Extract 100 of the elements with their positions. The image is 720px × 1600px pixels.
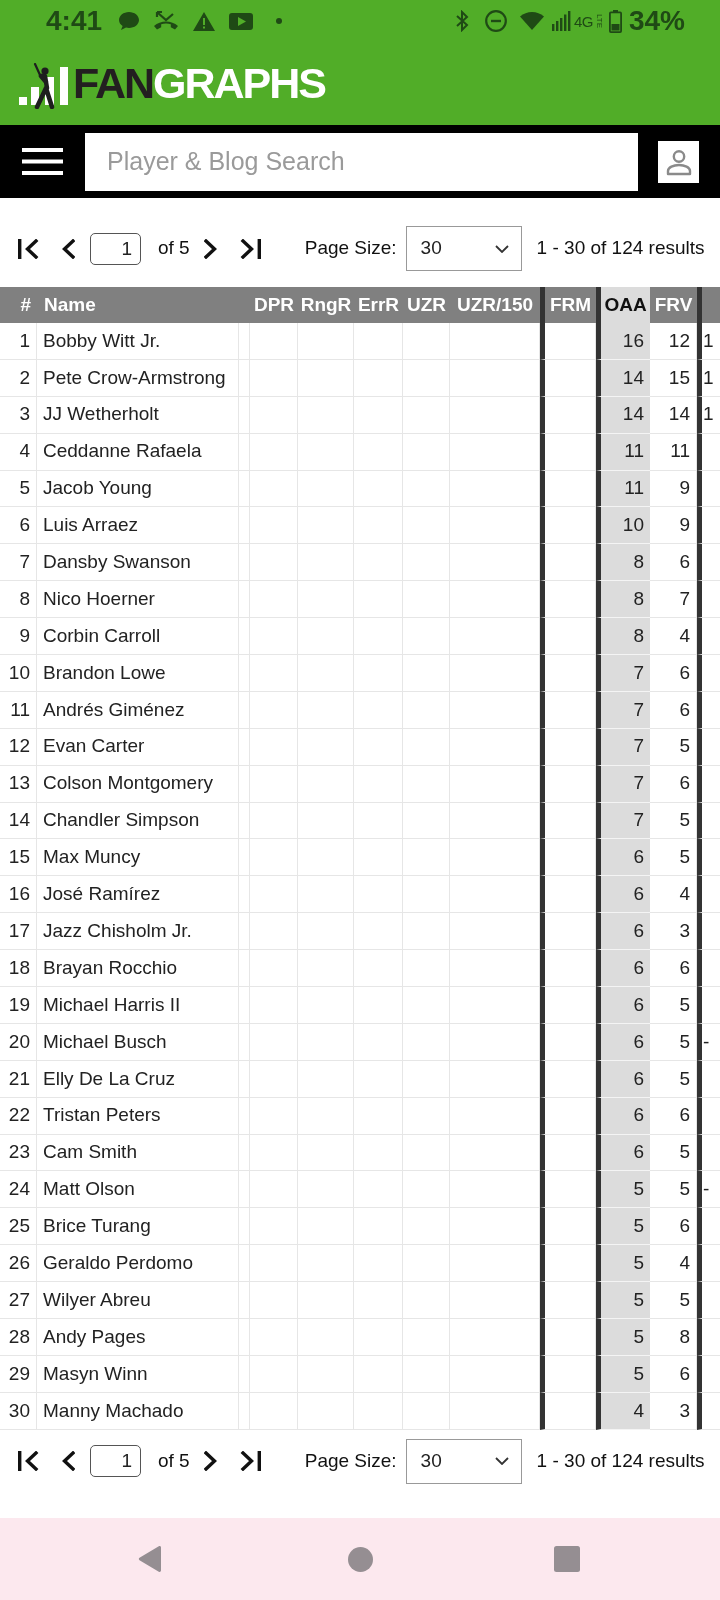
stat-cell: 6 [650,950,697,988]
player-name-cell: Tristan Peters [37,1097,239,1135]
rank-cell: 15 [0,839,37,877]
stat-cell: 14 [596,396,650,434]
first-page-icon[interactable] [18,1451,40,1472]
stat-cell: 5 [650,1134,697,1172]
first-page-icon[interactable] [18,238,40,259]
rank-cell: 10 [0,655,37,692]
column-header[interactable]: OAA [596,287,650,323]
warning-icon [192,10,217,32]
column-header[interactable]: # [0,287,37,323]
stat-cell: 6 [650,544,697,582]
rank-cell: 30 [0,1392,37,1430]
stat-cell: 6 [596,950,650,988]
rank-cell: 16 [0,876,37,914]
rank-cell: 4 [0,433,37,471]
rank-cell: 24 [0,1171,37,1209]
column-header[interactable]: UZR [403,287,450,323]
stat-cell: 11 [650,433,697,471]
results-count-text: 1 - 30 of 124 results [536,1448,705,1473]
rank-cell: 25 [0,1208,37,1246]
player-name-cell: Wilyer Abreu [37,1282,239,1320]
page-count-text: of 5 [158,236,190,261]
stat-cell: - [697,1023,720,1061]
stat-cell: 6 [596,1134,650,1172]
page-size-label: Page Size: [304,236,397,261]
rank-cell: 14 [0,802,37,840]
chat-bubble-icon [118,11,141,31]
page-input[interactable]: 1 [90,232,141,265]
stat-cell: 6 [596,876,650,914]
player-name-cell: Elly De La Cruz [37,1060,239,1098]
stat-cell: 3 [650,913,697,951]
player-name-cell: Chandler Simpson [37,802,239,840]
menu-icon[interactable] [22,148,63,175]
column-header[interactable]: ErrR [354,287,403,323]
player-name-cell: Andrés Giménez [37,691,239,729]
player-name-cell: Dansby Swanson [37,544,239,582]
stat-cell: 8 [650,1319,697,1356]
column-header[interactable]: FRM [540,287,596,323]
stat-cell: 6 [596,1060,650,1098]
stat-cell: 5 [650,1171,697,1209]
last-page-icon[interactable] [238,1451,261,1472]
home-icon[interactable] [348,1546,373,1572]
account-button[interactable] [658,140,699,183]
stat-cell: 8 [596,618,650,655]
player-name-cell: Max Muncy [37,839,239,877]
stat-cell: 5 [650,1282,697,1320]
wifi-icon [518,11,545,31]
column-header[interactable]: Name [37,287,239,323]
page-input[interactable]: 1 [90,1445,141,1478]
stat-cell: 5 [650,728,697,766]
column-header[interactable]: FRV [650,287,697,323]
stat-cell: 11 [596,470,650,508]
player-name-cell: Luis Arraez [37,507,239,545]
player-name-cell: Manny Machado [37,1392,239,1430]
stat-cell: 1 [697,359,720,397]
rank-cell: 1 [0,323,37,360]
stat-cell: 8 [596,544,650,582]
column-header[interactable]: RngR [298,287,354,323]
previous-page-icon[interactable] [62,238,75,259]
player-name-cell: Geraldo Perdomo [37,1245,239,1283]
player-name-cell: Colson Montgomery [37,765,239,803]
previous-page-icon[interactable] [62,1451,75,1472]
stat-cell: 1 [697,396,720,434]
caret-down-icon [494,1457,509,1466]
stat-cell: - [697,1171,720,1209]
player-name-cell: Nico Hoerner [37,581,239,619]
player-name-cell: Brice Turang [37,1208,239,1246]
rank-cell: 3 [0,396,37,434]
player-name-cell: Pete Crow-Armstrong [37,359,239,397]
rank-cell: 27 [0,1282,37,1320]
results-count-text: 1 - 30 of 124 results [536,236,705,261]
rank-cell: 17 [0,913,37,951]
rank-cell: 18 [0,950,37,988]
search-field[interactable]: Player & Blog Search [85,132,638,191]
stat-cell: 6 [596,839,650,877]
dot-icon [276,18,283,24]
logo-link[interactable]: FANGRAPHS [19,62,325,105]
player-name-cell: Evan Carter [37,728,239,766]
battery-icon [608,9,622,33]
page-size-select[interactable]: 30 [405,1438,522,1484]
stat-cell: 5 [596,1245,650,1283]
rank-cell: 5 [0,470,37,508]
stat-cell: 10 [596,507,650,545]
back-icon[interactable] [137,1545,163,1573]
rank-cell: 28 [0,1319,37,1356]
player-name-cell: Michael Busch [37,1023,239,1061]
stat-cell: 6 [650,765,697,803]
last-page-icon[interactable] [238,238,261,259]
rank-cell: 6 [0,507,37,545]
stat-cell: 4 [650,1245,697,1283]
player-name-cell: José Ramírez [37,876,239,914]
rank-cell: 9 [0,618,37,655]
rank-cell: 29 [0,1355,37,1393]
column-header[interactable]: DPR [250,287,298,323]
rank-cell: 22 [0,1097,37,1135]
column-header[interactable]: UZR/150 [450,287,540,323]
page-size-select[interactable]: 30 [405,226,522,271]
next-page-icon[interactable] [203,238,217,259]
next-page-icon[interactable] [203,1451,217,1472]
